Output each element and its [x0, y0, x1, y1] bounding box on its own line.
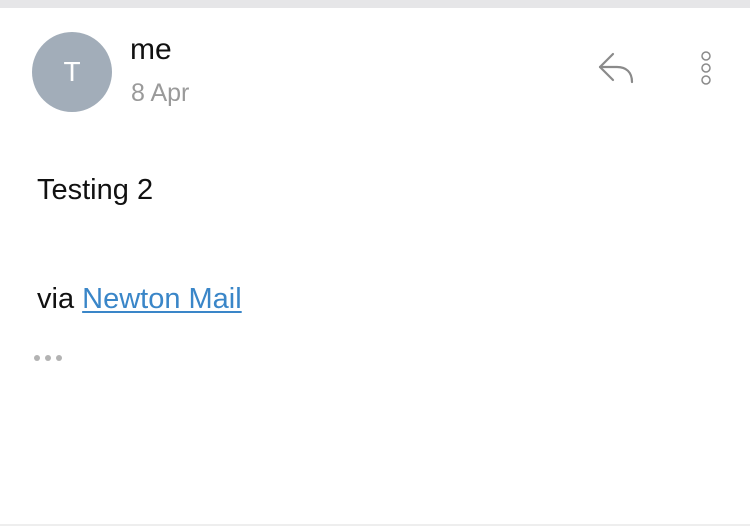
sender-avatar[interactable]: T — [32, 32, 112, 112]
email-message-view: T me 8 Apr Testing 2 via Newton Mail — [0, 0, 750, 526]
more-vertical-icon — [701, 51, 711, 85]
avatar-initial: T — [63, 56, 81, 87]
sender-name[interactable]: me — [130, 32, 172, 68]
show-quoted-content-button[interactable] — [34, 350, 74, 366]
reply-button[interactable] — [592, 46, 640, 90]
ellipsis-dot-icon — [34, 355, 40, 361]
more-options-button[interactable] — [690, 46, 722, 90]
newton-mail-link[interactable]: Newton Mail — [82, 283, 242, 315]
ellipsis-dot-icon — [45, 355, 51, 361]
signature-prefix: via — [37, 283, 83, 315]
sent-date: 8 Apr — [131, 79, 190, 107]
top-divider — [0, 0, 750, 8]
reply-icon — [598, 52, 634, 84]
message-body-text: Testing 2 — [37, 174, 154, 206]
ellipsis-dot-icon — [56, 355, 62, 361]
signature: via Newton Mail — [37, 281, 242, 317]
